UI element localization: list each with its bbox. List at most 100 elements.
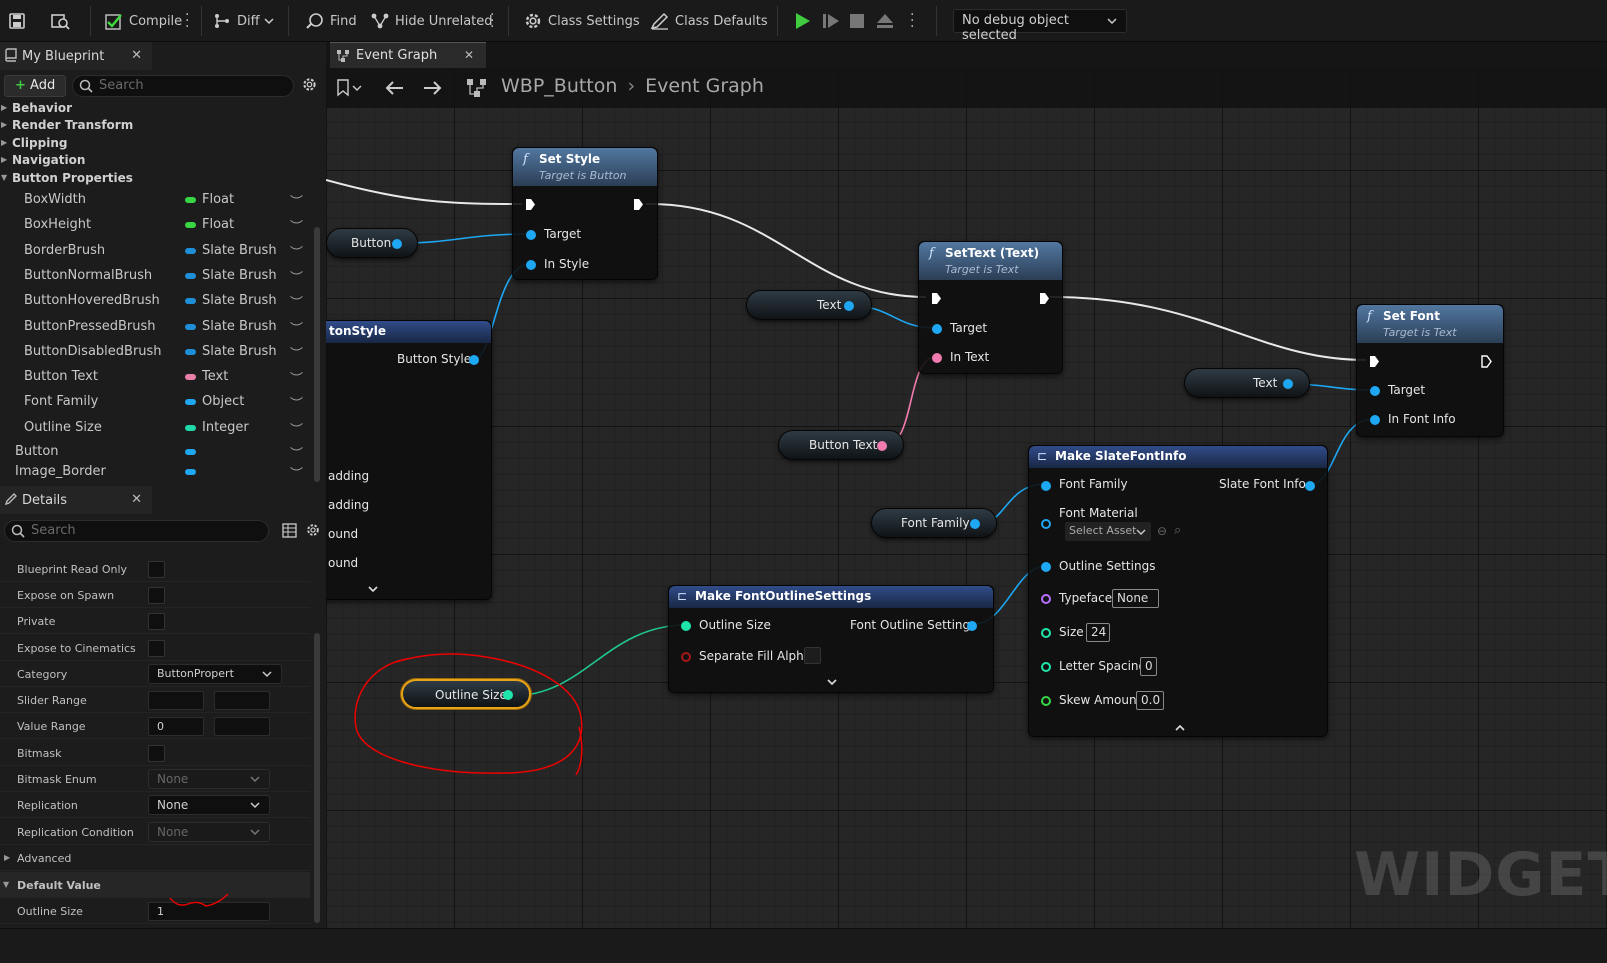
scrollbar[interactable]	[314, 227, 320, 482]
slider-range-min-input[interactable]	[148, 691, 204, 710]
save-icon[interactable]	[8, 8, 31, 34]
variable-row[interactable]: BoxHeight Float ︶	[0, 213, 312, 238]
variable-row[interactable]: ButtonNormalBrush Slate Brush ︶	[0, 264, 312, 289]
category-render-transform[interactable]: Render Transform	[0, 118, 133, 136]
slate-font-info-out-pin[interactable]	[1305, 481, 1315, 491]
set-style-node[interactable]: f Set Style Target is Button Target In S…	[512, 147, 658, 280]
compile-options-icon[interactable]: · · ·	[185, 8, 189, 34]
expose-to-cinematics-checkbox[interactable]	[148, 640, 165, 657]
add-button[interactable]: + Add	[4, 75, 66, 97]
tab-event-graph[interactable]: Event Graph ✕	[330, 42, 486, 68]
text-out-pin[interactable]	[844, 301, 854, 311]
row-advanced[interactable]: ▶ Advanced	[0, 845, 310, 871]
widget-row[interactable]: Image_Border ︶	[0, 462, 312, 487]
variable-row[interactable]: BoxWidth Float ︶	[0, 188, 312, 213]
font-outline-settings-out-pin[interactable]	[967, 621, 977, 631]
event-graph-canvas[interactable]: Event Graph ✕ WBP_Button › Event Graph f…	[326, 42, 1607, 963]
browse-asset-icon[interactable]: ⌕	[1174, 523, 1181, 538]
make-font-outline-settings-node[interactable]: ⊏ Make FontOutlineSettings Outline Size …	[668, 585, 994, 693]
tab-my-blueprint[interactable]: My Blueprint ✕	[0, 42, 152, 70]
target-pin[interactable]	[526, 230, 536, 240]
visibility-eye-icon[interactable]: ︶	[290, 443, 303, 462]
settings-icon[interactable]	[305, 522, 321, 541]
blueprint-read-only-checkbox[interactable]	[148, 561, 165, 578]
bitmask-enum-combo[interactable]: None	[148, 769, 270, 789]
chevron-down-icon[interactable]	[367, 585, 379, 593]
exec-out-pin-icon[interactable]	[633, 198, 644, 211]
bookmark-icon[interactable]	[336, 79, 364, 100]
close-icon[interactable]: ✕	[464, 48, 474, 62]
exec-out-pin-icon[interactable]	[1039, 292, 1050, 305]
text-getter-node[interactable]: Text	[746, 290, 872, 320]
visibility-eye-icon[interactable]: ︶	[290, 318, 303, 337]
typeface-input[interactable]: None	[1112, 589, 1159, 608]
value-range-min-input[interactable]: 0	[148, 717, 204, 736]
exec-out-pin-icon[interactable]	[1481, 355, 1492, 368]
button-style-out-pin[interactable]	[469, 355, 479, 365]
visibility-eye-icon[interactable]: ︶	[290, 267, 303, 286]
outline-size-in-pin[interactable]	[681, 621, 691, 631]
scrollbar[interactable]	[314, 633, 320, 923]
skew-amount-pin[interactable]	[1041, 696, 1051, 706]
use-selected-icon[interactable]: ⊖	[1157, 524, 1167, 538]
tab-details[interactable]: Details ✕	[0, 486, 152, 514]
visibility-eye-icon[interactable]: ︶	[290, 292, 303, 311]
bitmask-checkbox[interactable]	[148, 745, 165, 762]
hide-unrelated-button[interactable]: Hide Unrelated	[370, 8, 493, 34]
make-slate-font-info-node[interactable]: ⊏ Make SlateFontInfo Font Family Slate F…	[1028, 445, 1328, 737]
exec-in-pin-icon[interactable]	[931, 292, 942, 305]
visibility-eye-icon[interactable]: ︶	[290, 393, 303, 412]
play-options-icon[interactable]: · · ·	[910, 8, 914, 34]
font-family-getter-node[interactable]: Font Family	[871, 508, 997, 538]
in-font-info-pin[interactable]	[1370, 415, 1380, 425]
chevron-up-icon[interactable]	[1174, 724, 1186, 732]
details-search-input[interactable]: Search	[4, 520, 269, 542]
skew-amount-input[interactable]: 0.0	[1136, 691, 1164, 710]
settext-node[interactable]: f SetText (Text) Target is Text Target I…	[918, 241, 1063, 374]
section-default-value[interactable]: ▼ Default Value	[0, 872, 310, 898]
separate-fill-alpha-pin[interactable]	[681, 652, 691, 662]
font-material-pin[interactable]	[1041, 519, 1051, 529]
letter-spacing-pin[interactable]	[1041, 662, 1051, 672]
play-button[interactable]	[792, 8, 817, 34]
visibility-eye-icon[interactable]: ︶	[290, 191, 303, 210]
category-behavior[interactable]: Behavior	[0, 101, 72, 119]
diff-button[interactable]: Diff	[212, 8, 280, 34]
exec-in-pin-icon[interactable]	[1369, 355, 1380, 368]
visibility-eye-icon[interactable]: ︶	[290, 343, 303, 362]
in-text-pin[interactable]	[932, 353, 942, 363]
in-style-pin[interactable]	[526, 260, 536, 270]
font-family-pin[interactable]	[1041, 481, 1051, 491]
chevron-down-icon[interactable]	[826, 678, 838, 686]
settings-icon[interactable]	[301, 76, 318, 96]
button-getter-node[interactable]: Button	[326, 228, 418, 258]
compile-button[interactable]: Compile	[104, 8, 182, 34]
hide-unrelated-options-icon[interactable]: · · ·	[490, 8, 494, 34]
expose-on-spawn-checkbox[interactable]	[148, 587, 165, 604]
target-pin[interactable]	[1370, 386, 1380, 396]
visibility-eye-icon[interactable]: ︶	[290, 419, 303, 438]
typeface-pin[interactable]	[1041, 594, 1051, 604]
select-asset-combo[interactable]: Select Asset	[1065, 522, 1151, 541]
category-combo[interactable]: ButtonPropert	[148, 664, 282, 684]
set-font-node[interactable]: f Set Font Target is Text Target In Font…	[1356, 304, 1504, 437]
size-pin[interactable]	[1041, 628, 1051, 638]
breadcrumb-root[interactable]: WBP_Button	[501, 75, 617, 97]
class-settings-button[interactable]: Class Settings	[523, 8, 640, 34]
font-family-out-pin[interactable]	[970, 519, 980, 529]
exec-in-pin-icon[interactable]	[525, 198, 536, 211]
class-defaults-button[interactable]: Class Defaults	[650, 8, 768, 34]
forward-arrow-icon[interactable]	[422, 79, 442, 100]
variable-row[interactable]: BorderBrush Slate Brush ︶	[0, 239, 312, 264]
eject-button[interactable]	[875, 8, 900, 34]
button-text-getter-node[interactable]: Button Text	[778, 430, 904, 460]
slider-range-max-input[interactable]	[214, 691, 270, 710]
category-button-properties[interactable]: Button Properties	[0, 171, 133, 189]
replication-combo[interactable]: None	[148, 795, 270, 815]
target-pin[interactable]	[932, 324, 942, 334]
table-view-icon[interactable]	[282, 523, 297, 541]
blueprint-search-input[interactable]: Search	[72, 75, 294, 97]
button-out-pin[interactable]	[392, 239, 402, 249]
back-arrow-icon[interactable]	[385, 79, 405, 100]
text-getter-node[interactable]: Text	[1184, 368, 1310, 398]
